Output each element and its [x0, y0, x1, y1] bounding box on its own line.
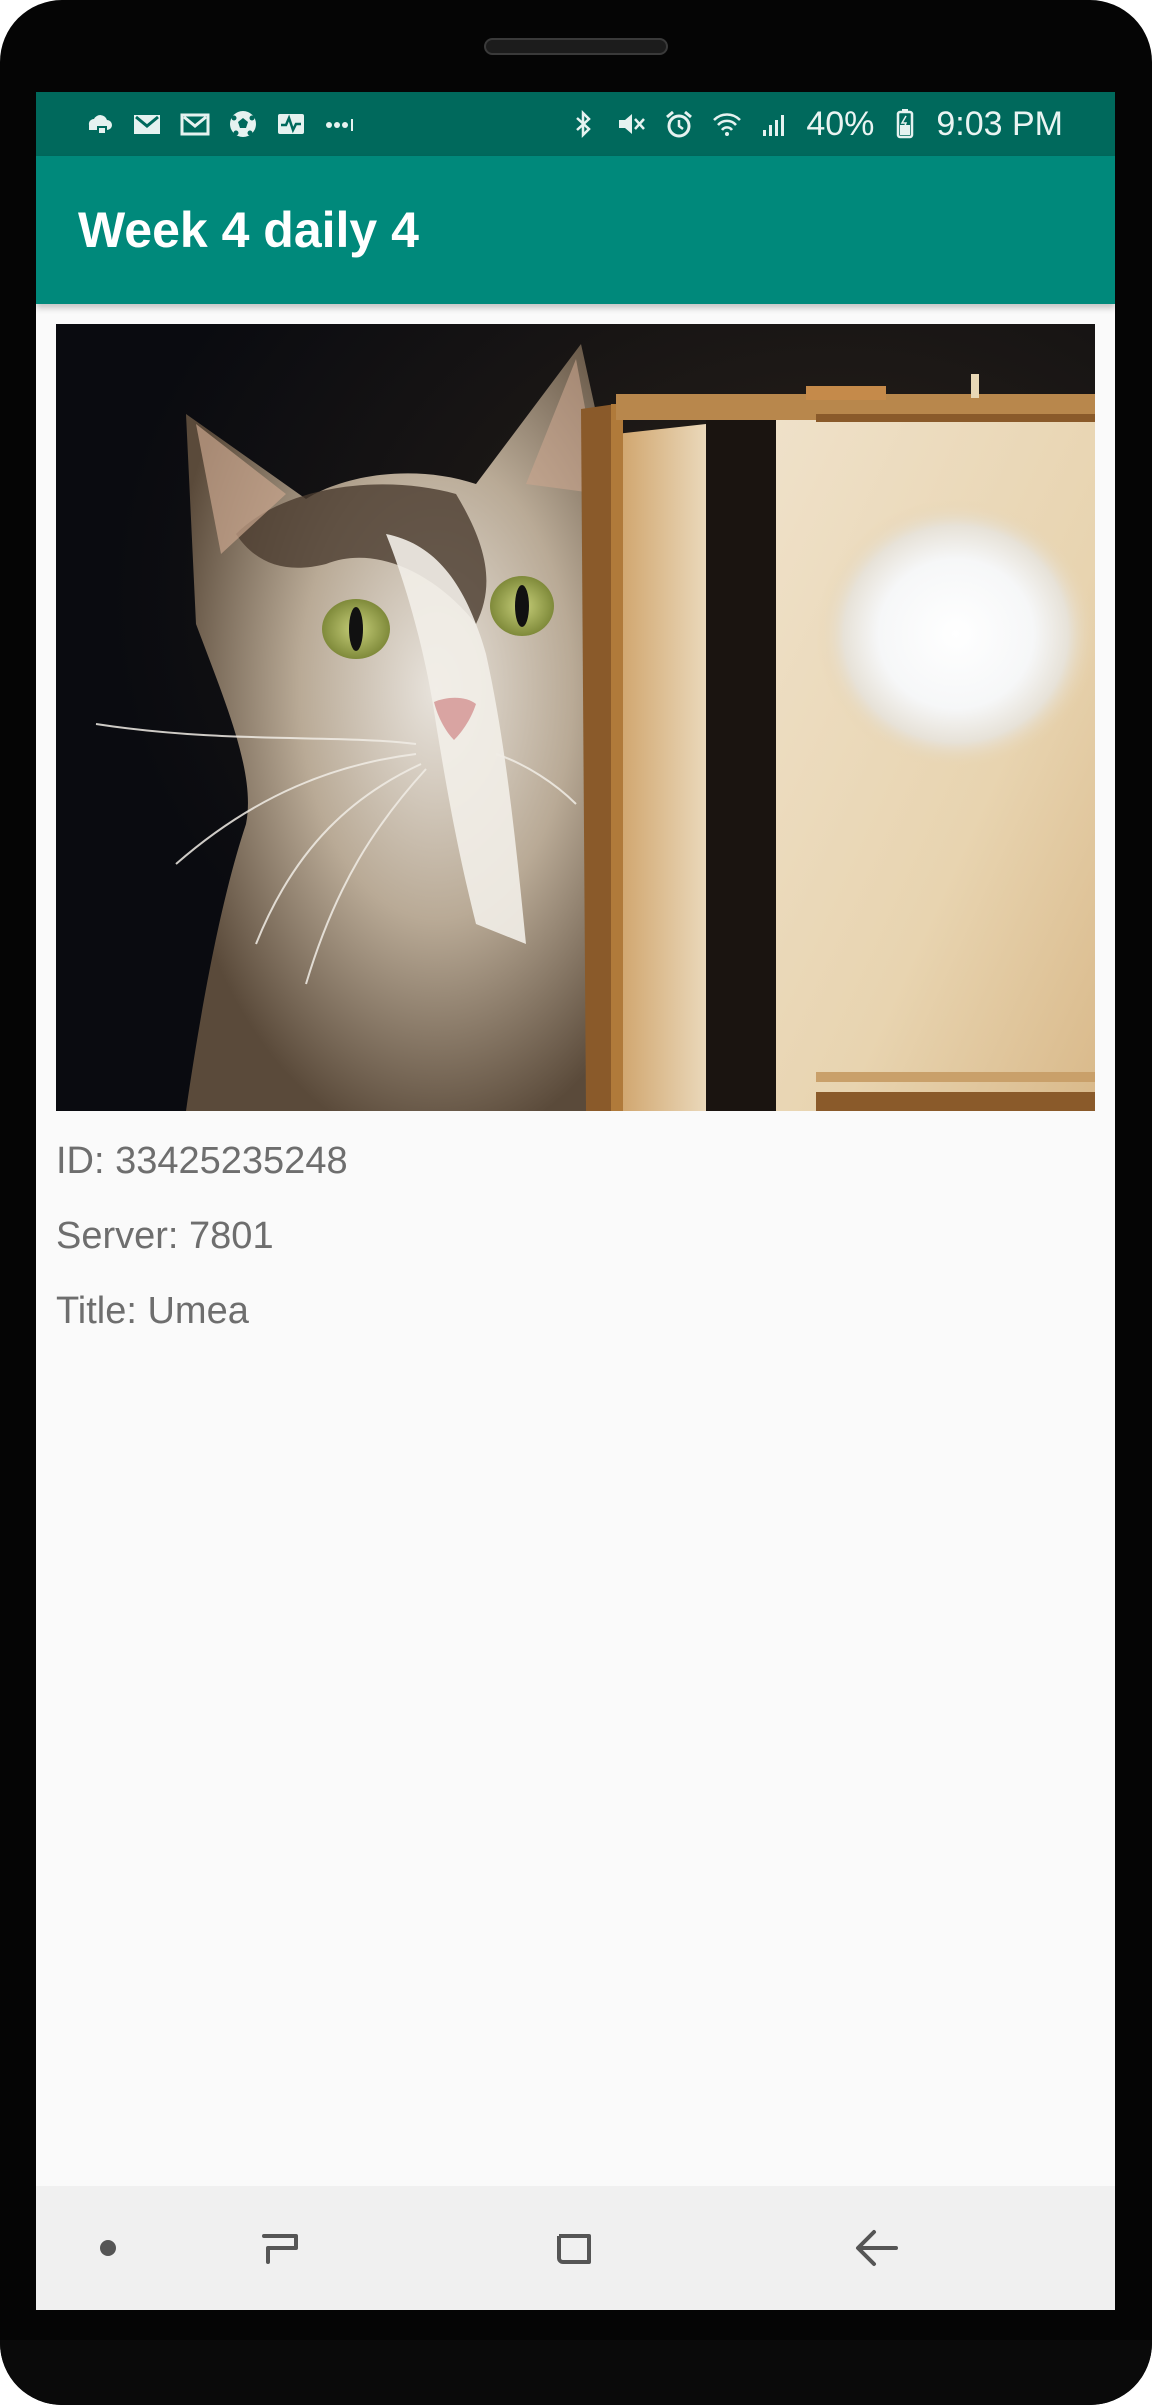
- alarm-icon: [662, 107, 696, 141]
- earpiece-speaker: [484, 38, 668, 55]
- phone-bottom-bezel: [0, 2340, 1152, 2405]
- status-time: 9:03 PM: [936, 104, 1063, 143]
- battery-percent: 40%: [806, 104, 875, 143]
- screen: 40% 9:03 PM Week 4 daily 4 ID: 334252352…: [36, 92, 1115, 2310]
- activity-icon: [274, 107, 308, 141]
- battery-icon: [888, 107, 922, 141]
- home-button[interactable]: [543, 2216, 607, 2280]
- wifi-icon: [710, 107, 744, 141]
- signal-icon: [758, 107, 792, 141]
- photo-title-text: Title: Umea: [56, 1290, 249, 1332]
- gmail-icon: [130, 107, 164, 141]
- phone-frame: 40% 9:03 PM Week 4 daily 4 ID: 334252352…: [0, 0, 1152, 2405]
- gmail-outline-icon: [178, 107, 212, 141]
- navigation-bar: [36, 2186, 1115, 2310]
- nav-dot-button[interactable]: [76, 2216, 140, 2280]
- status-left-icons: [82, 107, 356, 141]
- content-area: ID: 33425235248 Server: 7801 Title: Umea: [56, 324, 1096, 1336]
- photo-server-text: Server: 7801: [56, 1215, 274, 1257]
- mute-icon: [614, 107, 648, 141]
- cloud-icon: [82, 107, 116, 141]
- recents-button[interactable]: [250, 2216, 314, 2280]
- back-button[interactable]: [844, 2216, 908, 2280]
- soccer-ball-icon: [226, 107, 260, 141]
- bluetooth-icon: [566, 107, 600, 141]
- status-right-icons: 40% 9:03 PM: [566, 105, 1063, 144]
- more-dots-icon: [322, 107, 356, 141]
- status-bar: 40% 9:03 PM: [36, 92, 1115, 156]
- photo-id-text: ID: 33425235248: [56, 1140, 348, 1182]
- cat-with-lamp-image: [56, 324, 1095, 1111]
- app-bar: Week 4 daily 4: [36, 156, 1115, 304]
- app-title: Week 4 daily 4: [78, 202, 419, 258]
